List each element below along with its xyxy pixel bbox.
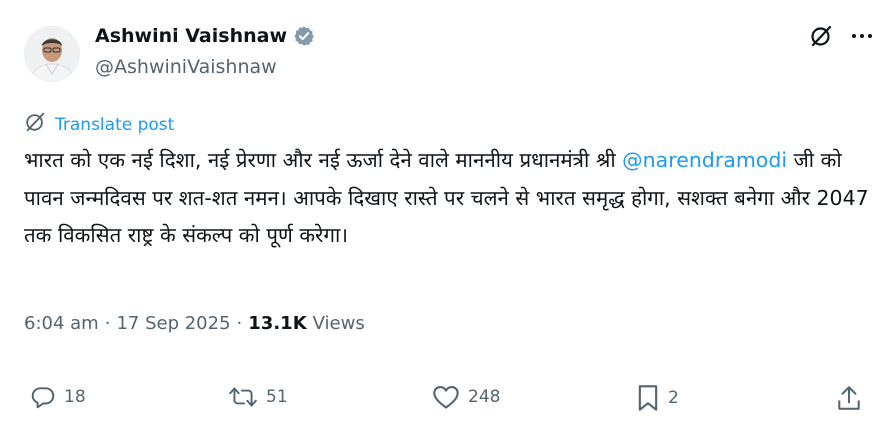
meta-separator: · xyxy=(104,313,111,334)
translate-post-link[interactable]: Translate post xyxy=(24,111,174,138)
share-button[interactable] xyxy=(836,384,862,412)
more-icon[interactable] xyxy=(851,33,873,39)
verified-badge-icon[interactable] xyxy=(293,25,315,47)
reply-icon xyxy=(30,384,56,410)
like-icon xyxy=(432,384,460,410)
post-text: भारत को एक नई दिशा, नई प्रेरणा और नई ऊर्… xyxy=(24,142,874,255)
reply-count: 18 xyxy=(64,387,86,407)
translate-icon xyxy=(24,111,46,138)
translate-label: Translate post xyxy=(55,114,175,135)
repost-icon xyxy=(228,384,258,410)
like-button[interactable]: 248 xyxy=(432,384,500,410)
post-meta: 6:04 am · 17 Sep 2025 · 13.1K Views xyxy=(24,313,365,334)
grok-icon[interactable] xyxy=(809,24,833,48)
like-count: 248 xyxy=(468,387,501,407)
repost-count: 51 xyxy=(266,387,288,407)
mention-link[interactable]: @narendramodi xyxy=(622,148,787,172)
post-text-before: भारत को एक नई दिशा, नई प्रेरणा और नई ऊर्… xyxy=(24,148,623,172)
author-name-row: Ashwini Vaishnaw xyxy=(95,25,315,47)
post-top-actions xyxy=(809,24,873,48)
share-icon xyxy=(836,384,862,412)
avatar[interactable] xyxy=(24,26,80,82)
post-date[interactable]: 17 Sep 2025 xyxy=(116,313,230,334)
bookmark-icon xyxy=(636,384,660,412)
views-count[interactable]: 13.1K xyxy=(248,313,306,334)
bookmark-button[interactable]: 2 xyxy=(636,384,679,412)
reply-button[interactable]: 18 xyxy=(30,384,86,410)
author-handle[interactable]: @AshwiniVaishnaw xyxy=(95,56,277,78)
post-time[interactable]: 6:04 am xyxy=(24,313,99,334)
author-display-name[interactable]: Ashwini Vaishnaw xyxy=(95,25,287,47)
bookmark-count: 2 xyxy=(668,388,679,408)
meta-separator-2: · xyxy=(236,313,243,334)
repost-button[interactable]: 51 xyxy=(228,384,288,410)
post-actions-bar: 18 51 248 2 xyxy=(30,384,870,418)
views-label: Views xyxy=(312,313,365,334)
